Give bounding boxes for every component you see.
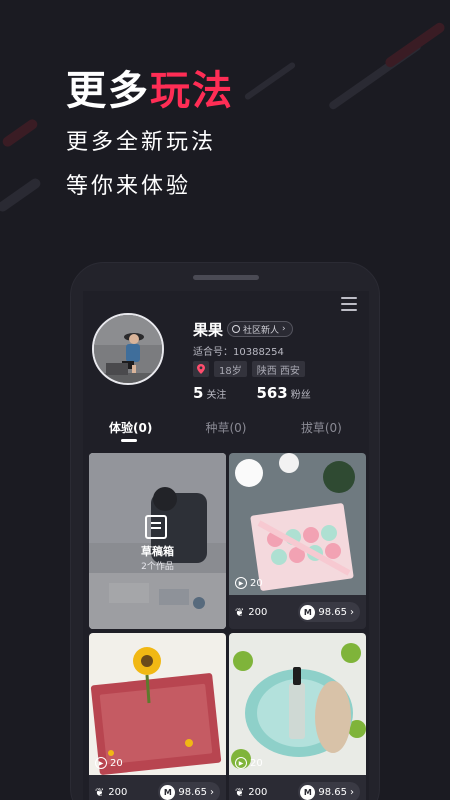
draft-count: 2个作品	[141, 562, 174, 572]
tab-experience[interactable]: 体验(0)	[83, 419, 178, 436]
chevron-right-icon: ›	[350, 786, 354, 798]
avatar-photo	[94, 315, 162, 383]
following-stat[interactable]: 5 关注	[193, 383, 226, 402]
like-count[interactable]: ❦ 200	[235, 786, 267, 799]
draft-box-icon	[145, 515, 167, 539]
like-count-value: 200	[248, 786, 268, 798]
location-pin-icon	[193, 361, 209, 377]
post-cover-image	[229, 453, 366, 595]
m-coin-icon: M	[300, 784, 316, 800]
bg-streak	[383, 20, 447, 70]
avatar[interactable]	[92, 313, 164, 385]
like-count[interactable]: ❦ 200	[235, 606, 267, 619]
content-tabs: 体验(0) 种草(0) 拔草(0)	[83, 419, 369, 436]
profile-stats: 5 关注 563 粉丝	[193, 383, 311, 402]
play-count: ▶ 20	[95, 757, 123, 769]
like-count-value: 200	[108, 786, 128, 798]
draft-overlay	[89, 453, 226, 629]
card-footer: ❦ 200 M 98.65 ›	[229, 775, 366, 800]
badge-label: 社区新人	[243, 325, 280, 336]
play-count-value: 20	[110, 757, 123, 769]
phone-speaker	[193, 275, 259, 280]
age-tag: 18岁	[214, 361, 247, 377]
tab-recommend[interactable]: 种草(0)	[178, 419, 273, 436]
sprout-icon: ❦	[95, 785, 105, 799]
like-count-value: 200	[248, 606, 268, 618]
following-count: 5	[193, 384, 204, 402]
hero-subtitle-line2: 等你来体验	[66, 174, 192, 199]
chevron-right-icon: ›	[350, 606, 354, 618]
play-icon: ▶	[235, 757, 247, 769]
active-tab-indicator	[121, 439, 137, 442]
draft-box-card[interactable]: 草稿箱 2个作品	[89, 453, 226, 629]
m-coin-icon: M	[160, 784, 176, 800]
followers-stat[interactable]: 563 粉丝	[256, 383, 310, 402]
chevron-right-icon: ›	[282, 324, 286, 334]
post-card[interactable]: ▶ 20 ❦ 200 M 98.65 ›	[229, 633, 366, 800]
location-tag: 陕西 西安	[251, 361, 305, 377]
card-footer: ❦ 200 M 98.65 ›	[89, 775, 226, 800]
play-icon: ▶	[235, 577, 247, 589]
post-card[interactable]: ▶ 20 ❦ 200 M 98.65 ›	[89, 633, 226, 800]
price-pill[interactable]: M 98.65 ›	[298, 602, 360, 622]
sprout-icon: ❦	[235, 605, 245, 619]
hero-subtitle-line1: 更多全新玩法	[66, 130, 217, 155]
profile-name: 果果	[193, 321, 224, 339]
post-cover-image	[89, 633, 226, 775]
badge-icon	[232, 325, 240, 333]
tab-review[interactable]: 拔草(0)	[274, 419, 369, 436]
chevron-right-icon: ›	[210, 786, 214, 798]
bg-streak	[0, 117, 40, 149]
bg-streak	[243, 61, 297, 101]
sprout-icon: ❦	[235, 785, 245, 799]
price-value: 98.65	[178, 786, 207, 798]
play-count-value: 20	[250, 577, 263, 589]
hero-title-accent: 玩法	[150, 68, 234, 114]
phone-mockup: 果果 社区新人 › 适合号：10388254 18岁 陕西 西安 5 关注 563…	[70, 262, 380, 800]
price-pill[interactable]: M 98.65 ›	[298, 782, 360, 800]
menu-icon[interactable]	[341, 297, 357, 311]
play-icon: ▶	[95, 757, 107, 769]
profile-tags: 18岁 陕西 西安	[193, 361, 305, 377]
card-footer: ❦ 200 M 98.65 ›	[229, 595, 366, 629]
hero-title-prefix: 更多	[66, 68, 150, 114]
price-value: 98.65	[318, 606, 347, 618]
price-value: 98.65	[318, 786, 347, 798]
following-label: 关注	[206, 390, 227, 401]
post-cover-image	[229, 633, 366, 775]
community-badge[interactable]: 社区新人 ›	[227, 321, 293, 337]
draft-title: 草稿箱	[141, 545, 174, 558]
play-count-value: 20	[250, 757, 263, 769]
bg-streak	[0, 176, 43, 214]
play-count: ▶ 20	[235, 757, 263, 769]
post-card[interactable]: ▶ 20 ❦ 200 M 98.65 ›	[229, 453, 366, 629]
like-count[interactable]: ❦ 200	[95, 786, 127, 799]
followers-count: 563	[256, 384, 288, 402]
user-id: 适合号：10388254	[193, 347, 284, 358]
m-coin-icon: M	[300, 604, 316, 620]
profile-screen: 果果 社区新人 › 适合号：10388254 18岁 陕西 西安 5 关注 563…	[83, 291, 369, 800]
hero-title: 更多玩法	[66, 58, 234, 116]
price-pill[interactable]: M 98.65 ›	[158, 782, 220, 800]
play-count: ▶ 20	[235, 577, 263, 589]
followers-label: 粉丝	[290, 390, 311, 401]
